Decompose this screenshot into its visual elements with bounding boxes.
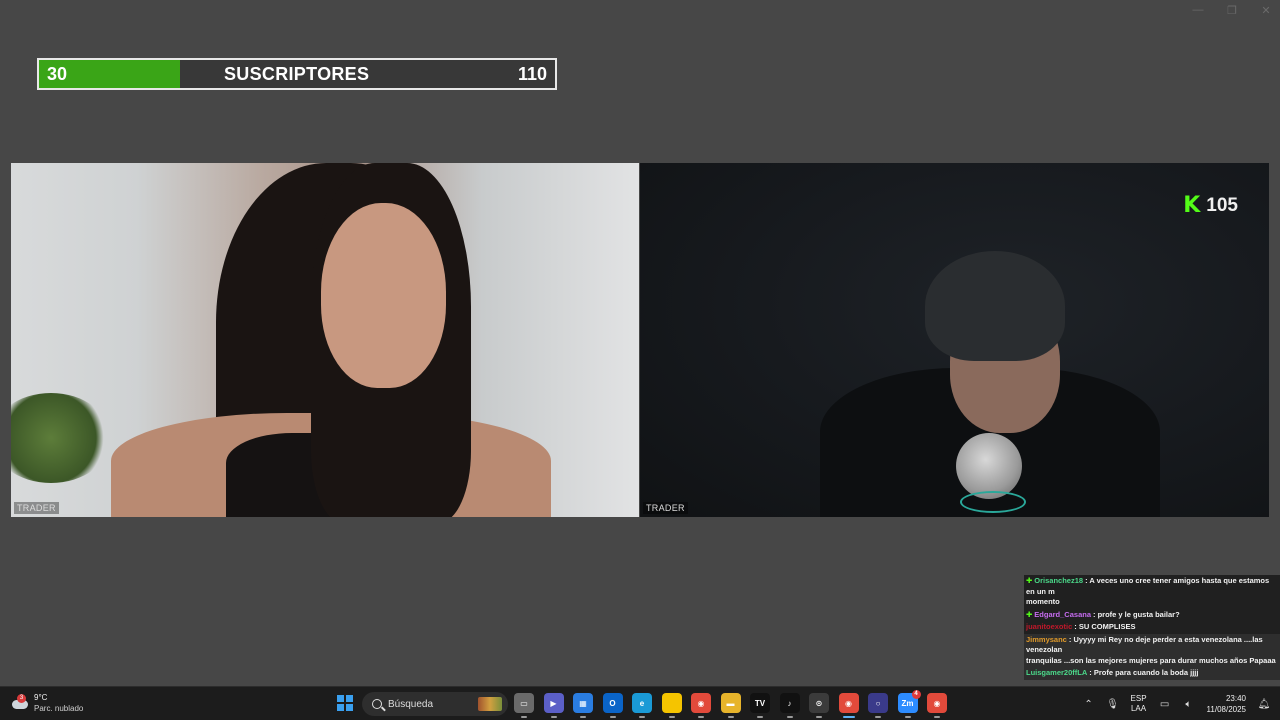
microphone-icon[interactable]: 🎙︎ <box>1106 698 1119 710</box>
task-view-icon[interactable]: ▭ <box>514 693 534 718</box>
kick-viewer-badge: K 105 <box>1183 193 1238 218</box>
weather-widget[interactable]: 3 9°C Parc. nublado <box>10 692 83 714</box>
start-button[interactable] <box>337 695 353 711</box>
chat-username[interactable]: Edgard_Casana <box>1034 610 1091 619</box>
language-indicator[interactable]: ESP LAA <box>1131 694 1147 714</box>
taskbar-search[interactable]: Búsqueda <box>362 692 508 716</box>
subscriber-badge-icon: ✚ <box>1026 609 1033 619</box>
running-indicator <box>904 716 911 718</box>
taskbar: 3 9°C Parc. nublado Búsqueda ▭ ▶ ▦ Oe ◉ ▬ TV ♪ ⊙… <box>0 686 1280 720</box>
running-indicator <box>757 716 763 718</box>
right-camera-feed: K 105 TRADER <box>640 163 1269 517</box>
chat-username[interactable]: Luisgamer20ffLA <box>1026 668 1087 677</box>
taskbar-apps: ▭ ▶ ▦ Oe ◉ ▬ TV ♪ ⊙ ◉ ○ Zm 4 ◉ <box>514 690 947 718</box>
search-icon <box>372 699 382 709</box>
running-indicator <box>698 716 704 718</box>
language-code: ESP <box>1130 694 1147 703</box>
volume-icon[interactable]: 🔈︎ <box>1183 698 1195 710</box>
chat-text-continued: tranquilas ...son las mejores mujeres pa… <box>1026 655 1276 665</box>
chevron-up-icon[interactable]: ⌃ <box>1083 698 1095 710</box>
goal-label: SUSCRIPTORES <box>224 63 370 84</box>
notification-badge: 4 <box>911 690 921 699</box>
weather-desc: Parc. nublado <box>34 704 84 713</box>
running-indicator <box>842 716 855 718</box>
chat-message: Jimmysanc: Uyyyy mi Rey no deje perder a… <box>1024 633 1280 667</box>
running-indicator <box>550 716 557 718</box>
chat-username[interactable]: Orisanchez18 <box>1034 576 1083 585</box>
subscriber-goal-bar: 30 SUSCRIPTORES 110 <box>37 58 557 90</box>
weather-badge: 3 <box>17 694 26 703</box>
clock[interactable]: 23:40 11/08/2025 <box>1207 693 1246 715</box>
person-face <box>321 203 446 388</box>
keyboard-layout: LAA <box>1130 704 1147 713</box>
microphone <box>956 433 1022 499</box>
clock-date: 11/08/2025 <box>1206 705 1246 714</box>
running-indicator <box>727 716 734 718</box>
chat-overlay: ✚ Orisanchez18: A veces uno cree tener am… <box>1024 575 1280 680</box>
chat-username[interactable]: Jimmysanc <box>1026 635 1067 644</box>
chat-text-continued: momento <box>1026 597 1060 606</box>
weather-temp: 9°C <box>34 693 48 702</box>
restore-icon[interactable]: ❐ <box>1226 4 1238 17</box>
close-icon[interactable]: ✕ <box>1260 4 1272 17</box>
left-camera-feed: TRADER <box>11 163 639 517</box>
clock-time: 23:40 <box>1225 694 1246 703</box>
chat-message: juanitoexotic: SU COMPLISES <box>1024 621 1280 634</box>
teams-icon[interactable]: ▶ <box>543 693 564 718</box>
running-indicator <box>609 716 616 718</box>
edge-icon[interactable]: e <box>632 693 652 718</box>
goal-target-count: 110 <box>517 63 547 84</box>
recorder-icon[interactable]: ⊙ <box>809 693 829 718</box>
right-camera-label: TRADER <box>643 502 688 514</box>
notification-bell-icon[interactable]: 🔔︎ <box>1258 698 1271 710</box>
running-indicator <box>816 716 822 718</box>
running-indicator <box>580 716 586 718</box>
minimize-icon[interactable]: — <box>1192 4 1204 17</box>
sticky-notes-icon[interactable] <box>661 693 682 718</box>
kick-logo-icon: K <box>1183 193 1201 218</box>
person-hair <box>925 251 1065 361</box>
store-icon[interactable]: ▦ <box>573 693 593 718</box>
chat-message: ✚ Orisanchez18: A veces uno cree tener am… <box>1024 575 1280 609</box>
tiktok-icon[interactable]: ♪ <box>779 693 800 718</box>
search-highlight-icon <box>478 697 502 711</box>
chat-username[interactable]: juanitoexotic <box>1026 622 1072 631</box>
weather-cloud-icon: 3 <box>10 694 28 711</box>
system-tray: ⌃ 🎙︎ ESP LAA ▭ 🔈︎ 23:40 11/08/2025 🔔︎ <box>1083 687 1270 720</box>
chat-text: : SU COMPLISES <box>1074 622 1136 631</box>
chrome-active-icon[interactable]: ◉ <box>838 693 859 718</box>
running-indicator <box>521 716 527 718</box>
running-indicator <box>934 716 940 718</box>
outlook-icon[interactable]: O <box>602 693 623 718</box>
left-camera-label: TRADER <box>14 502 59 514</box>
background-plant <box>11 393 111 483</box>
network-icon[interactable]: ▭ <box>1159 698 1171 710</box>
file-explorer-icon[interactable]: ▬ <box>720 693 741 718</box>
chrome-profile-icon[interactable]: ◉ <box>927 693 947 718</box>
cortana-icon[interactable]: ○ <box>868 693 888 718</box>
microphone-ring <box>960 491 1026 513</box>
chrome-icon[interactable]: ◉ <box>691 693 711 718</box>
running-indicator <box>639 716 645 718</box>
viewer-count: 105 <box>1206 194 1238 216</box>
running-indicator <box>668 716 675 718</box>
chat-message: Luisgamer20ffLA: Profe para cuando la bo… <box>1024 667 1280 680</box>
tradingview-icon[interactable]: TV <box>750 693 770 718</box>
chat-message: ✚ Edgard_Casana: profe y le gusta bailar? <box>1024 608 1280 621</box>
chat-text: : profe y le gusta bailar? <box>1093 609 1180 619</box>
running-indicator <box>875 716 881 718</box>
chat-text: : Profe para cuando la boda jjjj <box>1089 668 1199 677</box>
goal-current-count: 30 <box>47 63 68 84</box>
zoom-icon[interactable]: Zm 4 <box>897 690 921 718</box>
search-placeholder: Búsqueda <box>388 698 434 710</box>
window-controls: — ❐ ✕ <box>1192 4 1272 17</box>
running-indicator <box>786 716 793 718</box>
subscriber-badge-icon: ✚ <box>1026 576 1033 585</box>
